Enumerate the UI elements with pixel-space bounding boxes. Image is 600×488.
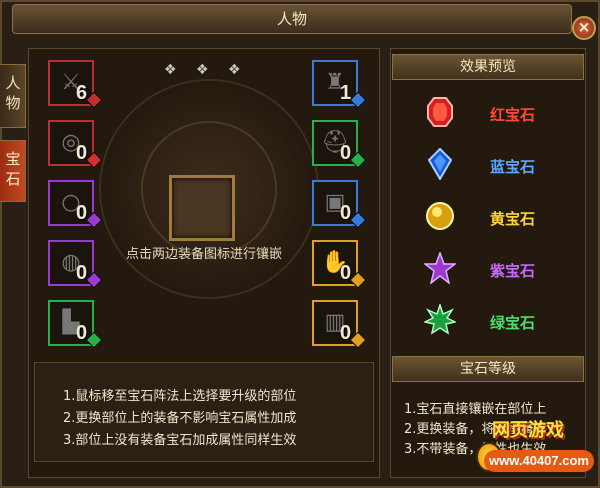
legend-label: 绿宝石 — [490, 314, 536, 332]
legend-red-gem: 红宝石 — [420, 94, 570, 134]
slot-boots[interactable]: ▙ 0 — [48, 300, 103, 349]
effect-preview-header: 效果预览 — [392, 54, 584, 80]
center-prompt: 点击两边装备图标进行镶嵌 — [126, 247, 283, 262]
legend-label: 黄宝石 — [490, 210, 536, 228]
green-gem-icon — [424, 304, 456, 335]
slot-level: 0 — [76, 322, 88, 344]
silver-gem-icon: ❖ — [228, 62, 241, 78]
blue-gem-icon — [427, 148, 453, 180]
help-line: 1.鼠标移至宝石阵法上选择要升级的部位 — [63, 389, 297, 404]
logo-title: 网页游戏 — [492, 420, 564, 441]
legend-purple-gem: 紫宝石 — [420, 250, 570, 290]
slot-necklace[interactable]: ◎ 0 — [48, 120, 103, 169]
slot-ring[interactable]: ○ 0 — [48, 180, 103, 229]
slot-level: 0 — [76, 142, 88, 164]
slot-level: 0 — [76, 262, 88, 284]
slot-pants[interactable]: ▥ 0 — [312, 300, 367, 349]
silver-gem-icon: ❖ — [164, 62, 177, 78]
slot-weapon[interactable]: ⚔ 6 — [48, 60, 103, 109]
tab-gem[interactable]: 宝石 — [0, 140, 26, 202]
close-button[interactable]: × — [572, 16, 596, 40]
slot-armor[interactable]: ♜ 1 — [312, 60, 367, 109]
red-gem-icon — [427, 97, 453, 127]
slot-level: 0 — [340, 202, 352, 224]
slot-bracelet[interactable]: ◍ 0 — [48, 240, 103, 289]
tab-person[interactable]: 人物 — [0, 64, 26, 128]
help-box: 1.鼠标移至宝石阵法上选择要升级的部位 2.更换部位上的装备不影响宝石属性加成 … — [34, 362, 374, 462]
help-line: 3.部位上没有装备宝石加成属性同样生效 — [63, 433, 297, 448]
legend-green-gem: 绿宝石 — [420, 302, 570, 342]
gem-level-header: 宝石等级 — [392, 356, 584, 382]
slot-level: 0 — [340, 262, 352, 284]
slot-level: 1 — [340, 82, 352, 104]
slot-helmet[interactable]: ⛑ 0 — [312, 120, 367, 169]
site-logo: 网页游戏 www.40407.com — [474, 412, 598, 484]
legend-yellow-gem: 黄宝石 — [420, 198, 570, 238]
help-line: 2.更换部位上的装备不影响宝石属性加成 — [63, 411, 297, 426]
window-title: 人物 — [12, 4, 572, 34]
legend-blue-gem: 蓝宝石 — [420, 146, 570, 186]
slot-level: 0 — [340, 142, 352, 164]
tab-person-label: 人物 — [5, 74, 21, 112]
center-socket[interactable] — [169, 175, 235, 241]
legend-label: 蓝宝石 — [490, 158, 536, 176]
logo-url: www.40407.com — [484, 450, 594, 472]
purple-gem-icon — [424, 252, 456, 284]
slot-belt[interactable]: ▣ 0 — [312, 180, 367, 229]
slot-level: 0 — [340, 322, 352, 344]
legend-label: 紫宝石 — [490, 262, 536, 280]
silver-gem-icon: ❖ — [196, 62, 209, 78]
slot-level: 6 — [76, 82, 88, 104]
slot-level: 0 — [76, 202, 88, 224]
slot-gloves[interactable]: ✋ 0 — [312, 240, 367, 289]
legend-label: 红宝石 — [490, 106, 536, 124]
tab-gem-label: 宝石 — [5, 150, 21, 188]
yellow-gem-icon — [426, 202, 454, 230]
